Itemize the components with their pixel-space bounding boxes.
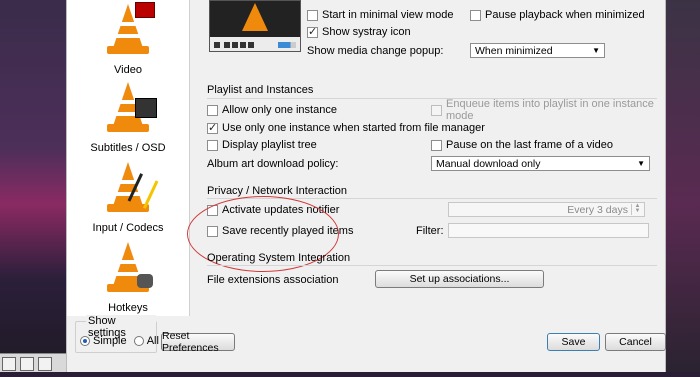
pause-minimized-option[interactable]: Pause playback when minimized [470,8,645,22]
all-label: All [146,335,159,347]
display-playlist-tree-label: Display playlist tree [222,139,317,151]
vlc-cone-codecs-icon [99,158,159,216]
systray-option[interactable]: Show systray icon [307,25,411,39]
media-popup-label: Show media change popup: [307,44,443,58]
pause-last-frame-checkbox[interactable] [431,139,442,151]
pause-minimized-checkbox[interactable] [470,9,481,21]
album-art-value: Manual download only [436,157,541,170]
cancel-button[interactable]: Cancel [605,333,666,351]
desktop-background-right [664,0,700,372]
chevron-down-icon: ▼ [592,46,600,55]
media-popup-label-text: Show media change popup: [307,45,444,57]
all-option[interactable]: All [133,335,159,347]
file-ext-label-text: File extensions association [207,274,339,286]
simple-radio[interactable] [80,336,90,347]
sidebar-item-label: Input / Codecs [92,222,164,234]
display-playlist-tree-option[interactable]: Display playlist tree [207,138,317,152]
show-settings-radios: Simple All [80,335,159,347]
sidebar-item-label: Hotkeys [108,302,148,314]
minimal-view-checkbox[interactable] [307,9,318,21]
album-art-label: Album art download policy: [207,157,338,171]
allow-one-instance-checkbox[interactable] [207,104,218,116]
one-instance-file-manager-checkbox[interactable] [207,121,218,134]
file-ext-label: File extensions association [207,273,338,287]
album-art-label-text: Album art download policy: [207,158,339,170]
taskbar-icon[interactable] [20,357,34,371]
vlc-cone-hotkeys-icon [99,238,157,296]
updates-interval-value: Every 3 days [567,204,628,216]
allow-one-instance-label: Allow only one instance [222,104,337,116]
sidebar-item-label: Subtitles / OSD [90,142,166,154]
save-button[interactable]: Save [547,333,600,351]
one-instance-file-manager-option[interactable]: Use only one instance when started from … [207,121,485,135]
sidebar-item-label: Video [114,64,142,76]
vlc-cone-video-icon [99,0,157,58]
sidebar-item-video[interactable]: Video [67,0,189,76]
category-sidebar: Video Subtitles / OSD Input / Codecs Hot… [67,0,190,316]
simple-option[interactable]: Simple [80,335,127,347]
minimal-view-option[interactable]: Start in minimal view mode [307,8,453,22]
taskbar-icon[interactable] [38,357,52,371]
spin-arrows-icon: ▲ ▼ [631,203,643,215]
enqueue-checkbox [431,104,442,116]
setup-associations-button[interactable]: Set up associations... [375,270,544,288]
systray-label: Show systray icon [322,26,411,38]
vlc-cone-subtitles-icon [99,78,157,136]
sidebar-item-subtitles[interactable]: Subtitles / OSD [67,78,189,154]
filter-label-text: Filter: [416,225,444,237]
one-instance-file-manager-label: Use only one instance when started from … [222,122,485,134]
sidebar-item-input-codecs[interactable]: Input / Codecs [67,158,189,234]
chevron-down-icon: ▼ [637,159,645,168]
desktop-background-left [0,0,66,372]
pause-minimized-label: Pause playback when minimized [485,9,645,21]
allow-one-instance-option[interactable]: Allow only one instance [207,103,337,117]
taskbar [0,353,66,372]
album-art-select[interactable]: Manual download only ▼ [431,156,650,171]
footer-bar: Show settings Simple All Reset Preferenc… [67,315,666,372]
show-settings-group: Show settings Simple All [75,315,159,353]
simple-label: Simple [93,335,127,347]
all-radio[interactable] [133,336,144,347]
pause-last-frame-label: Pause on the last frame of a video [446,139,613,151]
sidebar-item-hotkeys[interactable]: Hotkeys [67,238,189,314]
pause-last-frame-option[interactable]: Pause on the last frame of a video [431,138,613,152]
minimal-view-label: Start in minimal view mode [322,9,454,21]
display-playlist-tree-checkbox[interactable] [207,139,218,151]
updates-interval-spinbox: Every 3 days ▲ ▼ [448,202,645,217]
playlist-section-title: Playlist and Instances [207,84,314,96]
media-popup-value: When minimized [475,44,553,57]
interface-preview-image [209,0,301,52]
enqueue-label: Enqueue items into playlist in one insta… [446,98,654,122]
enqueue-option: Enqueue items into playlist in one insta… [431,98,665,122]
reset-preferences-button[interactable]: Reset Preferences [161,330,235,354]
section-divider [207,265,657,266]
preferences-dialog: Video Subtitles / OSD Input / Codecs Hot… [66,0,666,372]
filter-label: Filter: [416,224,444,238]
os-section-title: Operating System Integration [207,252,351,264]
systray-checkbox[interactable] [307,25,318,38]
media-popup-select[interactable]: When minimized ▼ [470,43,605,58]
filter-input [448,223,649,238]
taskbar-icon[interactable] [2,357,16,371]
privacy-section-title: Privacy / Network Interaction [207,185,347,197]
